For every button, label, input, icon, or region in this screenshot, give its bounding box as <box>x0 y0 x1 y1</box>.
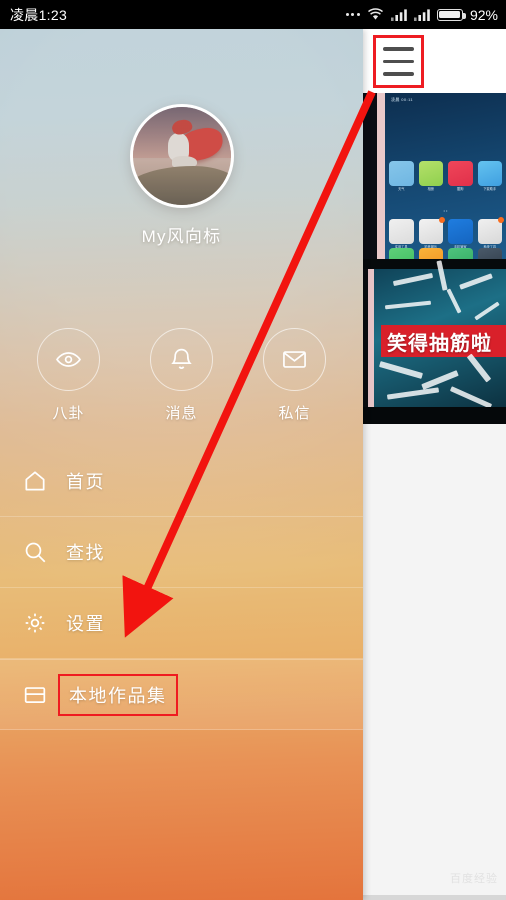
quick-action-bagua[interactable]: 八卦 <box>26 328 112 423</box>
sidebar-item-settings[interactable]: 设置 <box>0 588 363 659</box>
profile-username[interactable]: My风向标 <box>142 222 222 247</box>
app-label: 相册 <box>427 186 434 191</box>
home-icon <box>25 471 45 491</box>
hamburger-line <box>383 47 414 51</box>
app-row-1: 天气 相册 酷狗 下载助手 <box>389 161 502 191</box>
wifi-icon <box>367 8 383 20</box>
security-app: 手机管家 <box>448 219 473 249</box>
video-caption-band: 笑得抽筋啦 <box>381 325 506 357</box>
app-row-2: 实用工具影音娱乐手机管家系统工具电话信息浏览器相机 <box>389 217 504 259</box>
notification-badge <box>498 217 504 223</box>
thumbnail-clock: 凌晨 00:11 <box>391 97 414 102</box>
thumbnail-video[interactable]: 笑得抽筋啦 <box>363 259 506 424</box>
hamburger-line <box>383 72 414 76</box>
drawer-menu: 首页 查找 设置 本地作品集 <box>0 446 363 730</box>
eye-icon <box>56 352 81 367</box>
quick-action-label: 八卦 <box>52 405 85 422</box>
quick-action-direct-message[interactable]: 私信 <box>252 328 338 423</box>
more-dots-icon <box>345 13 360 16</box>
bell-icon-circle <box>150 328 213 391</box>
profile-header: My风向标 <box>0 104 363 247</box>
messages-app: 信息 <box>418 247 443 259</box>
folder-app-3: 系统工具 <box>477 217 504 249</box>
phone-screen: 凌晨1:23 92% 凌晨 00:11 天气 相册 酷狗 下载助手 • • 实用… <box>0 0 506 900</box>
folder-app-2: 影音娱乐 <box>418 217 445 249</box>
gear-icon-wrap <box>22 610 66 636</box>
app-label: 酷狗 <box>457 186 464 191</box>
avatar-rock <box>132 165 231 205</box>
hamburger-menu-button[interactable] <box>373 35 424 88</box>
page-indicator: • • <box>443 208 448 213</box>
avatar[interactable] <box>129 104 234 208</box>
gallery-app: 相册 <box>418 161 443 191</box>
notification-badge <box>439 217 445 223</box>
quick-action-messages[interactable]: 消息 <box>139 328 225 423</box>
sidebar-item-home[interactable]: 首页 <box>0 446 363 517</box>
envelope-icon <box>283 351 306 368</box>
envelope-icon-circle <box>263 328 326 391</box>
sidebar-item-label: 本地作品集 <box>58 673 178 716</box>
sidebar-item-label: 设置 <box>66 614 105 634</box>
folder-icon-wrap <box>22 682 66 708</box>
battery-icon <box>436 8 466 21</box>
folder-icon <box>24 686 46 703</box>
search-icon-wrap <box>22 539 66 565</box>
battery-percent: 92% <box>469 6 498 23</box>
browser-app: 浏览器 <box>448 247 473 259</box>
watermark: 百度经验 <box>450 873 498 885</box>
search-icon <box>25 542 46 563</box>
camera-app: 相机 <box>477 247 502 259</box>
weather-app: 天气 <box>389 161 414 191</box>
homescreen-wallpaper: 凌晨 00:11 天气 相册 酷狗 下载助手 • • 实用工具 影音娱乐 手机管家 系统工具… <box>385 93 506 259</box>
navigation-drawer: My风向标 八卦 消息 私信 首页 查找 设置 本地作品集 <box>0 29 363 900</box>
folder-app: 实用工具 <box>389 219 414 249</box>
app-label: 下载助手 <box>483 186 497 191</box>
sidebar-item-label: 查找 <box>66 543 105 563</box>
quick-action-label: 消息 <box>165 405 198 422</box>
status-bar: 凌晨1:23 92% <box>0 0 506 29</box>
letterbox-bottom <box>363 407 506 424</box>
eye-icon-circle <box>37 328 100 391</box>
video-caption-text: 笑得抽筋啦 <box>387 332 492 355</box>
video-left-pink <box>368 269 374 407</box>
bell-icon <box>171 348 192 369</box>
status-clock: 凌晨1:23 <box>10 6 68 23</box>
home-icon-wrap <box>22 468 66 494</box>
quick-action-label: 私信 <box>278 405 311 422</box>
music-app: 酷狗 <box>448 161 473 191</box>
signal-icon <box>413 8 430 21</box>
hamburger-line <box>383 59 414 64</box>
quick-actions: 八卦 消息 私信 <box>0 328 363 423</box>
status-icons: 92% <box>345 6 498 23</box>
sidebar-item-label: 首页 <box>66 472 105 492</box>
letterbox-top <box>363 259 506 269</box>
phone-app: 电话 <box>389 247 414 259</box>
content-empty-area: 百度经验 <box>363 424 506 900</box>
thumbnail-homescreen[interactable]: 凌晨 00:11 天气 相册 酷狗 下载助手 • • 实用工具 影音娱乐 手机管家 系统工具… <box>363 93 506 259</box>
nav-bar-line <box>363 895 506 900</box>
gear-icon <box>25 613 45 633</box>
signal-icon <box>390 8 407 21</box>
app-label: 天气 <box>398 186 405 191</box>
tools-app: 下载助手 <box>477 161 502 191</box>
sidebar-item-search[interactable]: 查找 <box>0 517 363 588</box>
main-content-column: 凌晨 00:11 天气 相册 酷狗 下载助手 • • 实用工具 影音娱乐 手机管家 系统工具… <box>363 29 506 900</box>
sidebar-item-local-collection[interactable]: 本地作品集 <box>0 659 363 730</box>
